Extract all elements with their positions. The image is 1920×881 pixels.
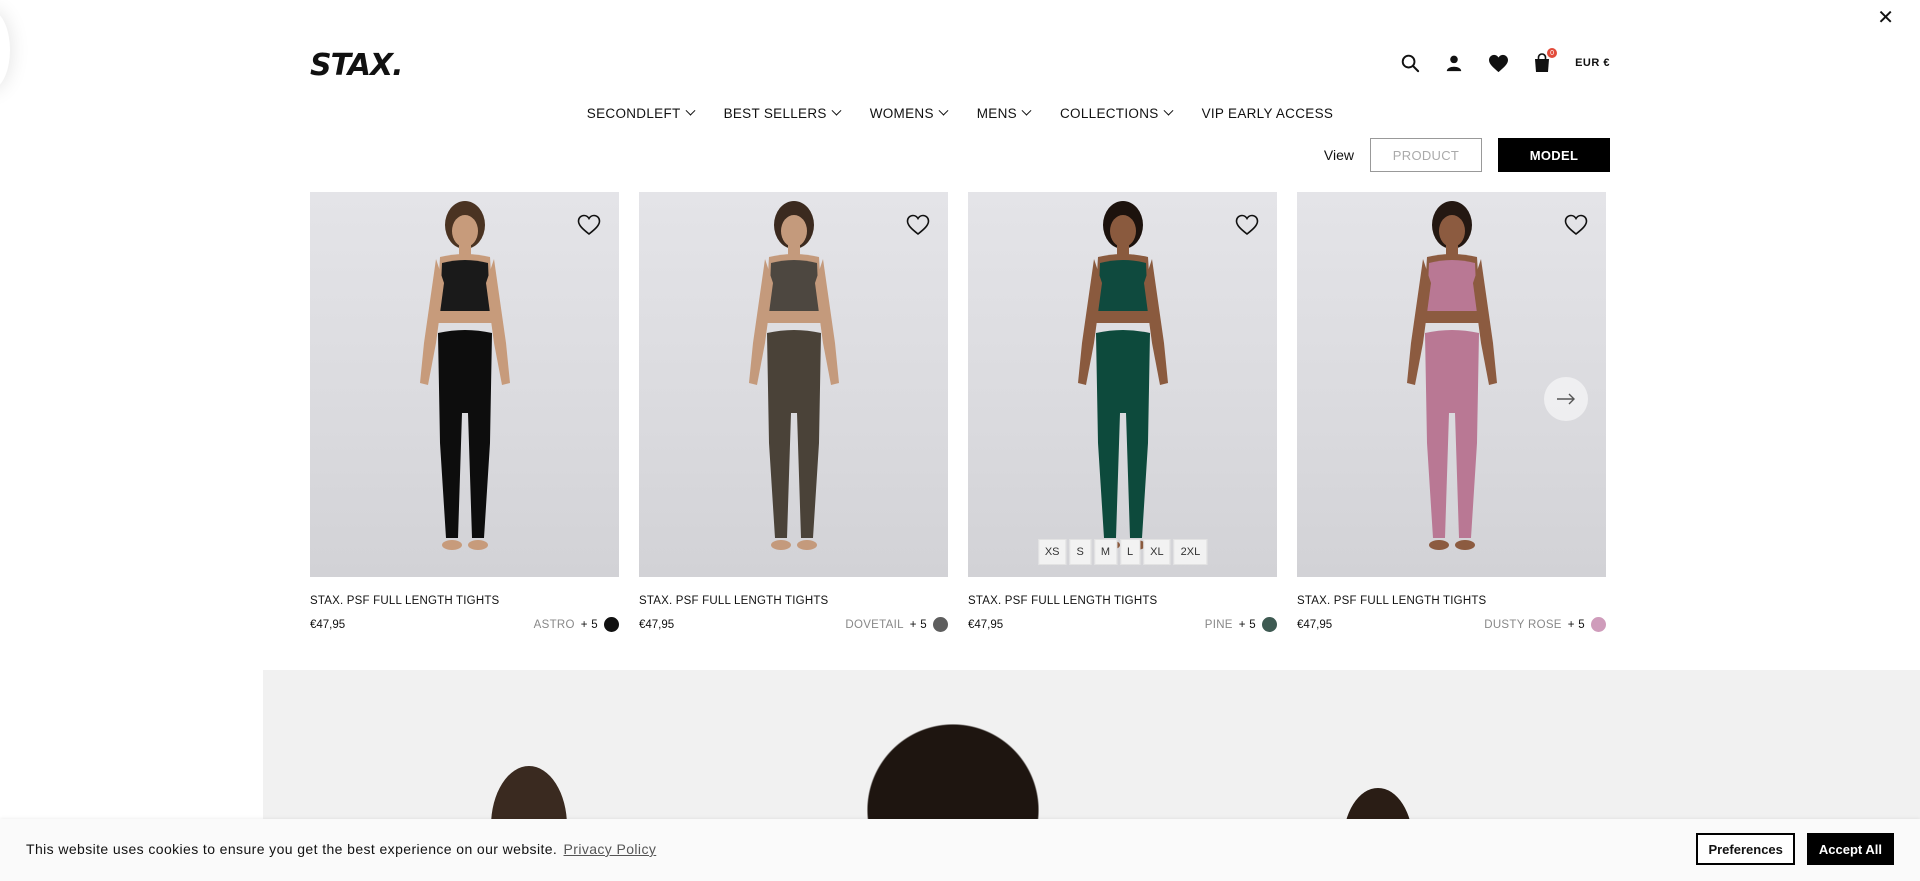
product-title[interactable]: STAX. PSF FULL LENGTH TIGHTS (310, 595, 619, 607)
colour-name: ASTRO (533, 618, 575, 631)
cookie-actions: Preferences Accept All (1696, 833, 1894, 865)
more-colours: + 5 (1238, 618, 1256, 631)
nav-label: WOMENS (869, 106, 934, 121)
chevron-down-icon (831, 105, 842, 116)
model-figure (1406, 201, 1497, 550)
product-title[interactable]: STAX. PSF FULL LENGTH TIGHTS (968, 595, 1277, 607)
more-colours: + 5 (580, 618, 598, 631)
product-image[interactable] (310, 192, 619, 577)
colour-info[interactable]: ASTRO + 5 (534, 617, 619, 632)
chevron-down-icon (1163, 105, 1174, 116)
nav-item-best-sellers[interactable]: BEST SELLERS (723, 105, 842, 121)
product-price: €47,95 (639, 618, 675, 631)
size-option[interactable]: S (1069, 539, 1091, 565)
product-meta: €47,95 ASTRO + 5 (310, 617, 619, 632)
cookie-message: This website uses cookies to ensure you … (26, 841, 656, 857)
accept-all-button[interactable]: Accept All (1806, 833, 1894, 865)
colour-name: DOVETAIL (845, 618, 904, 631)
product-price: €47,95 (1297, 618, 1333, 631)
model-figure (748, 201, 839, 550)
colour-swatch[interactable] (1591, 617, 1606, 632)
wishlist-icon[interactable] (1487, 52, 1509, 74)
more-colours: + 5 (1567, 618, 1585, 631)
side-drawer-edge (0, 10, 10, 90)
size-option[interactable]: XS (1037, 539, 1067, 565)
product-price: €47,95 (968, 618, 1004, 631)
colour-info[interactable]: PINE + 5 (1205, 617, 1277, 632)
model-figure (419, 201, 510, 550)
product-image[interactable] (1297, 192, 1606, 577)
page-root: ✕ STAX. 0 EUR € SECONDLEFT BEST SELLERS … (0, 0, 1920, 881)
arrow-right-icon (1557, 393, 1575, 405)
carousel-next-button[interactable] (1544, 377, 1588, 421)
nav-label: BEST SELLERS (723, 106, 827, 121)
product-meta: €47,95 DUSTY ROSE + 5 (1297, 617, 1606, 632)
product-title[interactable]: STAX. PSF FULL LENGTH TIGHTS (639, 595, 948, 607)
size-options: XS S M L XL 2XL (1037, 539, 1208, 565)
product-meta: €47,95 PINE + 5 (968, 617, 1277, 632)
product-price: €47,95 (310, 618, 346, 631)
product-image[interactable]: XS S M L XL 2XL (968, 192, 1277, 577)
size-option[interactable]: L (1120, 539, 1141, 565)
cart-badge: 0 (1547, 48, 1558, 58)
colour-info[interactable]: DUSTY ROSE + 5 (1484, 617, 1606, 632)
view-label: View (1323, 147, 1354, 163)
site-header: STAX. 0 EUR € (310, 48, 1610, 84)
privacy-policy-link[interactable]: Privacy Policy (564, 841, 657, 857)
more-colours: + 5 (909, 618, 927, 631)
nav-label: SECONDLEFT (586, 106, 681, 121)
main-nav: SECONDLEFT BEST SELLERS WOMENS MENS COLL… (0, 105, 1920, 121)
wishlist-heart-icon[interactable] (577, 214, 601, 236)
size-option[interactable]: M (1093, 539, 1118, 565)
product-card[interactable]: STAX. PSF FULL LENGTH TIGHTS €47,95 ASTR… (310, 192, 619, 632)
nav-label: VIP EARLY ACCESS (1201, 106, 1334, 121)
wishlist-heart-icon[interactable] (906, 214, 930, 236)
product-meta: €47,95 DOVETAIL + 5 (639, 617, 948, 632)
colour-name: DUSTY ROSE (1484, 618, 1562, 631)
close-icon[interactable]: ✕ (1877, 8, 1894, 28)
cookie-banner: This website uses cookies to ensure you … (0, 819, 1920, 881)
product-card[interactable]: STAX. PSF FULL LENGTH TIGHTS €47,95 DUST… (1297, 192, 1606, 632)
view-model-button[interactable]: MODEL (1498, 138, 1610, 172)
product-image[interactable] (639, 192, 948, 577)
cookie-text: This website uses cookies to ensure you … (26, 841, 558, 857)
nav-item-collections[interactable]: COLLECTIONS (1059, 105, 1174, 121)
product-grid: STAX. PSF FULL LENGTH TIGHTS €47,95 ASTR… (310, 192, 1606, 632)
nav-label: MENS (976, 106, 1017, 121)
product-card[interactable]: STAX. PSF FULL LENGTH TIGHTS €47,95 DOVE… (639, 192, 948, 632)
chevron-down-icon (938, 105, 949, 116)
product-card[interactable]: XS S M L XL 2XL STAX. PSF FULL LENGTH TIGHTS … (968, 192, 1277, 632)
nav-item-vip-early-access[interactable]: VIP EARLY ACCESS (1202, 106, 1334, 121)
product-title[interactable]: STAX. PSF FULL LENGTH TIGHTS (1297, 595, 1606, 607)
preferences-button[interactable]: Preferences (1696, 833, 1795, 865)
nav-item-mens[interactable]: MENS (976, 105, 1032, 121)
colour-info[interactable]: DOVETAIL + 5 (845, 617, 948, 632)
size-option[interactable]: XL (1143, 539, 1171, 565)
search-icon[interactable] (1399, 52, 1421, 74)
colour-swatch[interactable] (604, 617, 619, 632)
nav-item-womens[interactable]: WOMENS (869, 105, 949, 121)
chevron-down-icon (1021, 105, 1032, 116)
wishlist-heart-icon[interactable] (1235, 214, 1259, 236)
colour-swatch[interactable] (1262, 617, 1277, 632)
logo[interactable]: STAX. (310, 48, 403, 83)
view-product-button[interactable]: PRODUCT (1370, 138, 1482, 172)
chevron-down-icon (685, 105, 696, 116)
cart-icon[interactable]: 0 (1531, 48, 1558, 74)
model-figure (1077, 201, 1168, 550)
nav-label: COLLECTIONS (1059, 106, 1159, 121)
colour-swatch[interactable] (933, 617, 948, 632)
nav-item-secondleft[interactable]: SECONDLEFT (586, 105, 696, 121)
colour-name: PINE (1204, 618, 1233, 631)
header-icons: 0 EUR € (1399, 48, 1610, 74)
currency-selector[interactable]: EUR € (1575, 57, 1610, 69)
account-icon[interactable] (1443, 52, 1465, 74)
size-option[interactable]: 2XL (1173, 539, 1208, 565)
view-toggle: View PRODUCT MODEL (1324, 138, 1610, 172)
wishlist-heart-icon[interactable] (1564, 214, 1588, 236)
